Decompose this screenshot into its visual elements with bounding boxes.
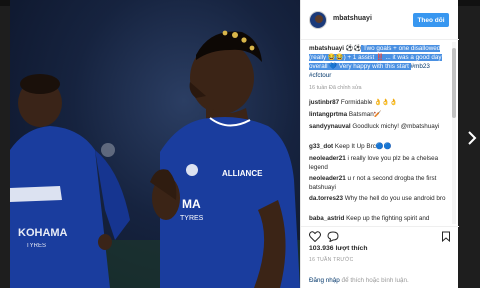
lightbox-overlay: KOHAMA TYRES ALLIANCE MA TYRES mbatshuay… [0, 0, 480, 288]
follow-button[interactable]: Theo dõi [413, 13, 449, 27]
login-text: để thích hoặc bình luận. [339, 277, 409, 284]
comment-text: Keep It Up Brc🔵🔵 [333, 143, 392, 150]
comment-user[interactable]: sandyynauval [309, 123, 351, 130]
comment-text: Batsman🏏 [347, 111, 382, 118]
comments-list: mbatshuayi ⚽⚽ Two goals + one disallowed… [301, 42, 451, 224]
comment-user[interactable]: g33_dot [309, 143, 333, 150]
caption-meta: 16 tuần Đã chỉnh sửa [309, 85, 362, 91]
comment-user[interactable]: baba_astrid [309, 215, 344, 222]
svg-text:TYRES: TYRES [180, 215, 204, 222]
comment-text: Why the hell do you use android bro [342, 195, 446, 202]
post-caption: mbatshuayi ⚽⚽ Two goals + one disallowed… [309, 44, 449, 80]
post-header: mbatshuayi Theo dõi [301, 0, 459, 40]
likes-count[interactable]: 103.936 lượt thích [309, 245, 368, 252]
comment-item: neoleader21 u r not a second drogba the … [309, 174, 449, 192]
comment-item: da.torres23 Why the hell do you use andr… [309, 194, 449, 203]
login-prompt: Đăng nhập để thích hoặc bình luận. [309, 277, 409, 284]
login-link[interactable]: Đăng nhập [309, 277, 340, 284]
comment-item: baba_astrid Keep up the fighting spirit … [309, 214, 449, 223]
comment-text: Formidable 👌👌👌 [339, 99, 398, 106]
comment-icon[interactable] [327, 231, 339, 242]
comment-text: Keep up the fighting spirit and [344, 215, 430, 222]
photo-scene: KOHAMA TYRES ALLIANCE MA TYRES [10, 30, 300, 288]
caption-username[interactable]: mbatshuayi [309, 45, 344, 52]
comment-user[interactable]: da.torres23 [309, 195, 343, 202]
bookmark-icon[interactable] [441, 231, 451, 242]
svg-text:MA: MA [182, 197, 201, 211]
caption-emoji: ⚽⚽ [345, 45, 362, 52]
heart-icon[interactable] [309, 231, 321, 242]
header-username[interactable]: mbatshuayi [333, 15, 372, 22]
comment-text: Goodluck michy! @mbatshuayi [350, 123, 440, 130]
svg-text:TYRES: TYRES [26, 243, 46, 249]
comments-scrollbar[interactable] [452, 42, 456, 224]
svg-text:KOHAMA: KOHAMA [18, 227, 68, 239]
post-photo: KOHAMA TYRES ALLIANCE MA TYRES [10, 0, 300, 288]
post-sidebar: mbatshuayi Theo dõi mbatshuayi ⚽⚽ Two go… [300, 0, 459, 288]
comment-item: lintangprtma Batsman🏏 [309, 110, 449, 119]
comment-user[interactable]: neoleader21 [309, 175, 346, 182]
post-actions: 103.936 lượt thích 16 TUẦN TRƯỚC Đăng nh… [301, 226, 459, 288]
comment-item: sandyynauval Goodluck michy! @mbatshuayi [309, 122, 449, 131]
comment-item: neoleader21 i really love you plz be a c… [309, 154, 449, 172]
avatar[interactable] [309, 11, 327, 29]
comment-user[interactable]: lintangprtma [309, 111, 347, 118]
next-arrow-icon[interactable] [466, 130, 478, 146]
comment-item: justinbr87 Formidable 👌👌👌 [309, 98, 449, 107]
post-timestamp: 16 TUẦN TRƯỚC [309, 257, 354, 263]
comment-item: g33_dot Keep It Up Brc🔵🔵 [309, 142, 449, 151]
comment-user[interactable]: neoleader21 [309, 155, 346, 162]
comment-user[interactable]: justinbr87 [309, 99, 339, 106]
sleeve-text: ALLIANCE [222, 169, 263, 178]
scrollbar-thumb[interactable] [452, 48, 456, 118]
